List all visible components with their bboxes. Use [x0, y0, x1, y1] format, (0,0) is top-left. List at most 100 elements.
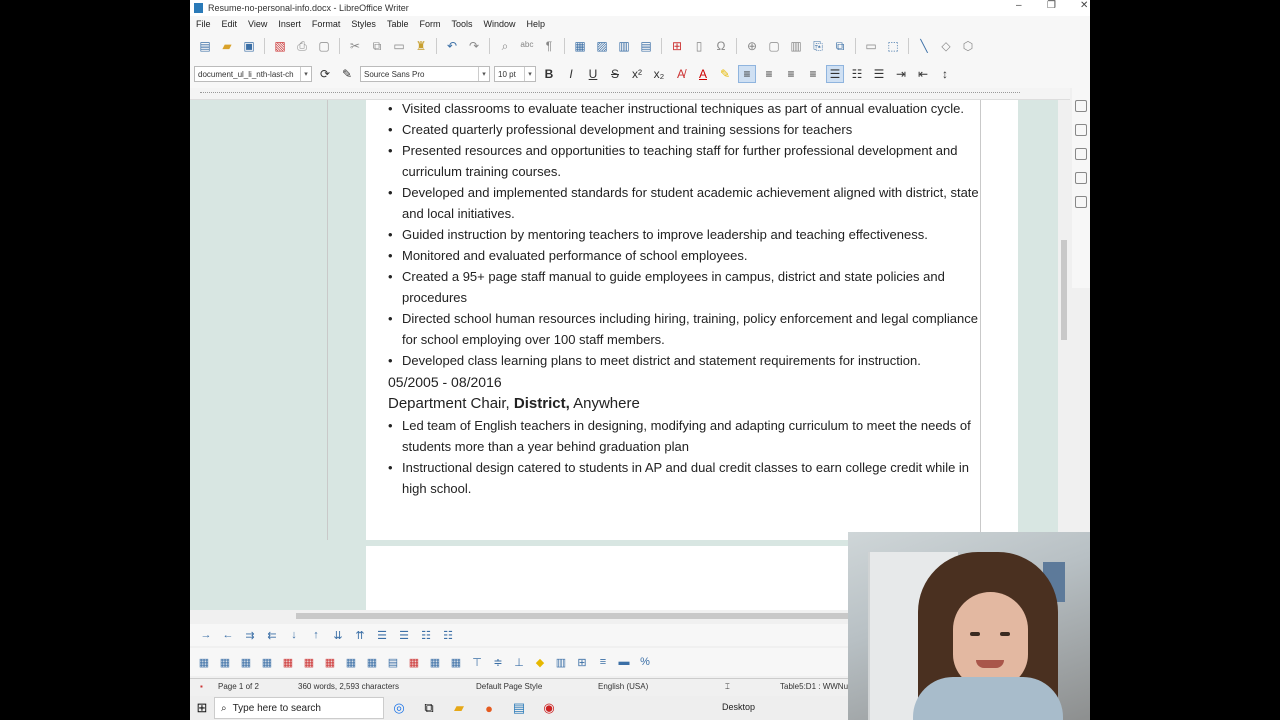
- clear-formatting-icon[interactable]: A̸: [672, 65, 690, 83]
- arrow-right-icon[interactable]: →: [198, 628, 214, 642]
- insert-image-icon[interactable]: ▨: [593, 38, 611, 54]
- ordered-list-icon[interactable]: ☷: [848, 65, 866, 83]
- chevron-down-icon[interactable]: ▾: [478, 67, 489, 81]
- subscript-icon[interactable]: x₂: [650, 65, 668, 83]
- chevron-down-icon[interactable]: ▾: [300, 67, 311, 81]
- font-size-select[interactable]: 10 pt ▾: [494, 66, 536, 82]
- new-document-icon[interactable]: ▤: [196, 38, 214, 54]
- basic-shapes-icon[interactable]: ◇: [937, 38, 955, 54]
- scrollbar-thumb[interactable]: [1061, 240, 1067, 340]
- promote-icon[interactable]: ☰: [374, 628, 390, 642]
- center-vertically-icon[interactable]: ≑: [490, 655, 506, 669]
- delete-columns-icon[interactable]: ▦: [301, 655, 317, 669]
- find-replace-icon[interactable]: ⌕: [496, 38, 514, 54]
- align-center-icon[interactable]: ≡: [760, 65, 778, 83]
- cross-reference-icon[interactable]: ⧉: [831, 38, 849, 54]
- paste-icon[interactable]: ▭: [390, 38, 408, 54]
- list-item[interactable]: Presented resources and opportunities to…: [388, 140, 988, 182]
- firefox-icon[interactable]: ●: [474, 696, 504, 720]
- insert-textbox-icon[interactable]: ▤: [637, 38, 655, 54]
- insert-columns-icon[interactable]: ▦: [259, 655, 275, 669]
- undo-icon[interactable]: ↶: [443, 38, 461, 54]
- split-cells-icon[interactable]: ▦: [406, 655, 422, 669]
- superscript-icon[interactable]: x²: [628, 65, 646, 83]
- update-style-icon[interactable]: ⟳: [316, 65, 334, 83]
- insert-chart-icon[interactable]: ▥: [615, 38, 633, 54]
- track-changes-icon[interactable]: ⬚: [884, 38, 902, 54]
- font-name-select[interactable]: Source Sans Pro ▾: [360, 66, 490, 82]
- libreoffice-writer-icon[interactable]: ▤: [504, 696, 534, 720]
- number-format-icon[interactable]: %: [637, 655, 653, 669]
- list-item[interactable]: Visited classrooms to evaluate teacher i…: [388, 100, 988, 119]
- increase-indent-icon[interactable]: ⇥: [892, 65, 910, 83]
- list-item[interactable]: Monitored and evaluated performance of s…: [388, 245, 988, 266]
- page-style[interactable]: Default Page Style: [476, 682, 542, 691]
- language[interactable]: English (USA): [598, 682, 648, 691]
- gallery-icon[interactable]: [1075, 148, 1087, 160]
- border-color-icon[interactable]: ▬: [616, 655, 632, 669]
- highlight-icon[interactable]: ✎: [716, 65, 734, 83]
- menu-tools[interactable]: Tools: [451, 19, 472, 29]
- shapes-icon[interactable]: ⬡: [959, 38, 977, 54]
- move-left-icon[interactable]: ⇇: [264, 628, 280, 642]
- spelling-icon[interactable]: ᵃᵇᶜ: [518, 38, 536, 54]
- formatting-marks-icon[interactable]: ¶: [540, 38, 558, 54]
- file-explorer-icon[interactable]: ▰: [444, 696, 474, 720]
- unordered-list-icon[interactable]: ☰: [826, 65, 844, 83]
- scrollbar-thumb[interactable]: [296, 613, 856, 619]
- border-style-icon[interactable]: ≡: [595, 655, 611, 669]
- numbering-icon[interactable]: ☷: [440, 628, 456, 642]
- close-button[interactable]: ✕: [1080, 0, 1088, 11]
- arrow-left-icon[interactable]: ←: [220, 628, 236, 642]
- job-date-range[interactable]: 05/2005 - 08/2016: [388, 371, 988, 393]
- arrow-down-icon[interactable]: ↓: [286, 628, 302, 642]
- clone-formatting-icon[interactable]: ♜: [412, 38, 430, 54]
- line-icon[interactable]: ╲: [915, 38, 933, 54]
- comment-icon[interactable]: ▭: [862, 38, 880, 54]
- horizontal-ruler[interactable]: [190, 88, 1070, 100]
- italic-icon[interactable]: I: [562, 65, 580, 83]
- save-icon[interactable]: ▣: [240, 38, 258, 54]
- hyperlink-icon[interactable]: ⊕: [743, 38, 761, 54]
- job-heading[interactable]: Department Chair, District, Anywhere: [388, 393, 988, 415]
- insert-rows-below-icon[interactable]: ▦: [238, 655, 254, 669]
- open-folder-icon[interactable]: ▰: [218, 38, 236, 54]
- decrease-indent-icon[interactable]: ⇤: [914, 65, 932, 83]
- taskbar-search-box[interactable]: ⌕ Type here to search: [214, 697, 384, 719]
- minimize-button[interactable]: –: [1016, 0, 1022, 11]
- menu-table[interactable]: Table: [387, 19, 409, 29]
- optimize-size-icon[interactable]: ▦: [448, 655, 464, 669]
- insert-field-icon[interactable]: ▯: [690, 38, 708, 54]
- select-cell-icon[interactable]: ▦: [343, 655, 359, 669]
- cut-icon[interactable]: ✂: [346, 38, 364, 54]
- list-item[interactable]: Directed school human resources includin…: [388, 308, 988, 350]
- menu-view[interactable]: View: [248, 19, 267, 29]
- bold-icon[interactable]: B: [540, 65, 558, 83]
- menu-insert[interactable]: Insert: [278, 19, 301, 29]
- copy-icon[interactable]: ⧉: [368, 38, 386, 54]
- navigator-icon[interactable]: [1075, 172, 1087, 184]
- export-pdf-icon[interactable]: ▧: [271, 38, 289, 54]
- arrow-up-icon[interactable]: ↑: [308, 628, 324, 642]
- styles-icon[interactable]: [1075, 124, 1087, 136]
- desktop-toolbar-label[interactable]: Desktop: [722, 702, 755, 712]
- delete-table-icon[interactable]: ▦: [322, 655, 338, 669]
- list-item[interactable]: Created a 95+ page staff manual to guide…: [388, 266, 988, 308]
- align-right-icon[interactable]: ≡: [782, 65, 800, 83]
- table-cell-bg-icon[interactable]: ◆: [532, 655, 548, 669]
- align-bottom-icon[interactable]: ⊥: [511, 655, 527, 669]
- move-down-icon[interactable]: ⇊: [330, 628, 346, 642]
- menu-help[interactable]: Help: [526, 19, 545, 29]
- print-preview-icon[interactable]: ▢: [315, 38, 333, 54]
- list-item[interactable]: Developed class learning plans to meet d…: [388, 350, 988, 371]
- menu-format[interactable]: Format: [312, 19, 341, 29]
- page-icon[interactable]: [1075, 196, 1087, 208]
- autoformat-icon[interactable]: ▥: [553, 655, 569, 669]
- paragraph-style-select[interactable]: document_ul_li_nth-last-ch ▾: [194, 66, 312, 82]
- properties-icon[interactable]: [1075, 100, 1087, 112]
- merge-cells-icon[interactable]: ▤: [385, 655, 401, 669]
- strikethrough-icon[interactable]: S: [606, 65, 624, 83]
- restore-button[interactable]: ❐: [1047, 0, 1056, 11]
- list-item[interactable]: Created quarterly professional developme…: [388, 119, 988, 140]
- chevron-down-icon[interactable]: ▾: [524, 67, 535, 81]
